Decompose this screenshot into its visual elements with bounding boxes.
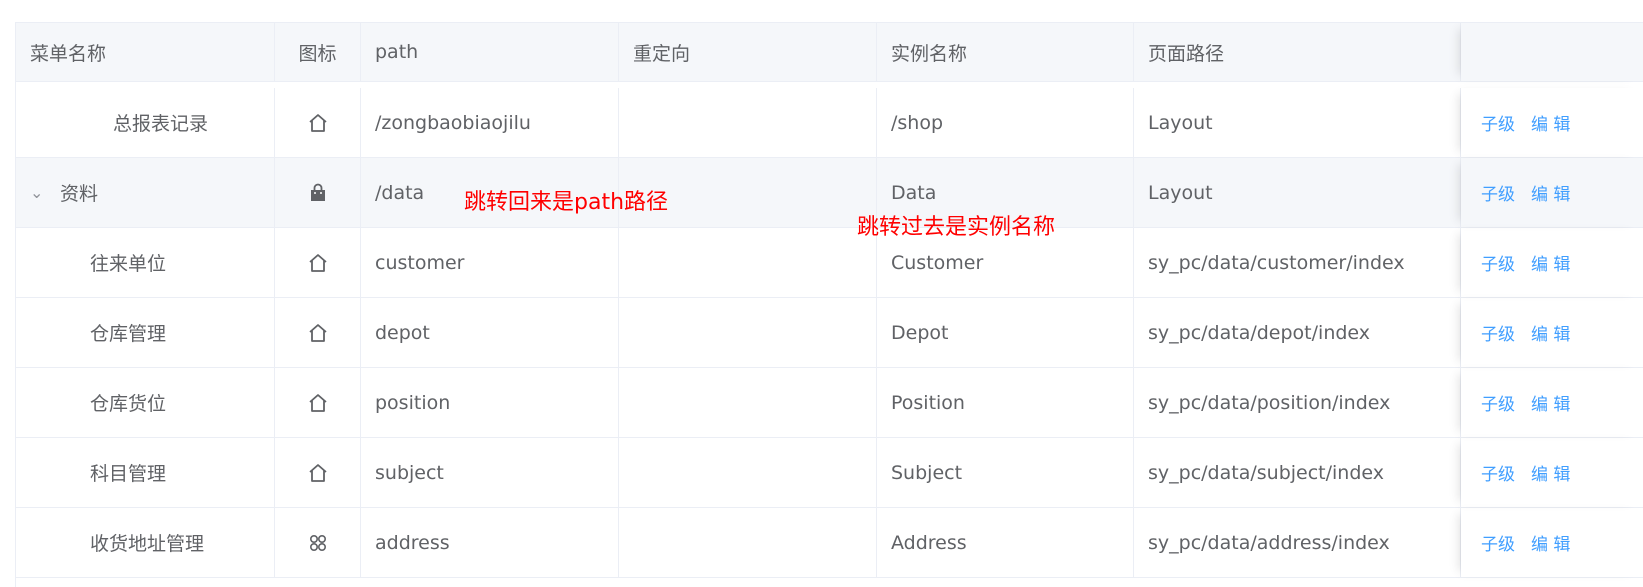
menu-name-text: 资料 bbox=[60, 183, 99, 205]
table-row[interactable]: 往来单位 customer Customer sy_pc/data/customer/… bbox=[16, 228, 1643, 298]
header-icon: 图标 bbox=[275, 23, 361, 81]
table-header: 菜单名称 图标 path 重定向 实例名称 页面路径 bbox=[16, 23, 1643, 82]
cell-page-path: sy_pc/data/address/index bbox=[1134, 508, 1461, 577]
header-redirect: 重定向 bbox=[619, 23, 877, 81]
cell-redirect bbox=[619, 508, 877, 577]
cell-operations: 子级编 辑 bbox=[1461, 158, 1643, 227]
table-row[interactable]: ⌄ 资料/data Data Layout 子级编 辑 bbox=[16, 158, 1643, 228]
cell-page-path: Layout bbox=[1134, 158, 1461, 227]
menu-name-text: 往来单位 bbox=[90, 253, 167, 275]
edit-button[interactable]: 编 辑 bbox=[1531, 320, 1570, 345]
cell-operations: 子级编 辑 bbox=[1461, 438, 1643, 507]
cell-path: subject bbox=[361, 438, 619, 507]
cell-page-path: sy_pc/data/customer/index bbox=[1134, 228, 1461, 297]
cell-icon bbox=[275, 368, 361, 437]
table-row[interactable]: 收货地址管理 address Address sy_pc/data/address/i… bbox=[16, 508, 1643, 578]
cell-operations: 子级编 辑 bbox=[1461, 508, 1643, 577]
cell-menu-name: 仓库管理 bbox=[16, 298, 275, 367]
cell-component-name: Subject bbox=[877, 438, 1134, 507]
edit-button[interactable]: 编 辑 bbox=[1531, 460, 1570, 485]
cell-operations: 子级编 辑 bbox=[1461, 88, 1643, 157]
cell-path: /zongbaobiaojilu bbox=[361, 88, 619, 157]
grid-icon bbox=[307, 532, 329, 554]
cell-redirect bbox=[619, 368, 877, 437]
cell-icon bbox=[275, 158, 361, 227]
cell-path: depot bbox=[361, 298, 619, 367]
menu-name-text: 仓库货位 bbox=[90, 393, 167, 415]
edit-button[interactable]: 编 辑 bbox=[1531, 110, 1570, 135]
cell-page-path: sy_pc/data/depot/index bbox=[1134, 298, 1461, 367]
edit-button[interactable]: 编 辑 bbox=[1531, 390, 1570, 415]
header-path: path bbox=[361, 23, 619, 81]
cell-redirect bbox=[619, 228, 877, 297]
shopping-bag-icon bbox=[307, 182, 329, 204]
cell-page-path: Layout bbox=[1134, 88, 1461, 157]
cell-menu-name: ⌄ 资料 bbox=[16, 158, 275, 227]
cell-icon bbox=[275, 228, 361, 297]
add-child-button[interactable]: 子级 bbox=[1481, 390, 1515, 415]
cell-menu-name: 收货地址管理 bbox=[16, 508, 275, 577]
edit-button[interactable]: 编 辑 bbox=[1531, 250, 1570, 275]
cell-icon bbox=[275, 438, 361, 507]
add-child-button[interactable]: 子级 bbox=[1481, 250, 1515, 275]
cell-redirect bbox=[619, 298, 877, 367]
cell-operations: 子级编 辑 bbox=[1461, 228, 1643, 297]
menu-table: 菜单名称 图标 path 重定向 实例名称 页面路径 总报表记录/zongbao… bbox=[15, 22, 1643, 587]
add-child-button[interactable]: 子级 bbox=[1481, 460, 1515, 485]
add-child-button[interactable]: 子级 bbox=[1481, 320, 1515, 345]
cell-icon bbox=[275, 88, 361, 157]
add-child-button[interactable]: 子级 bbox=[1481, 180, 1515, 205]
header-page-path: 页面路径 bbox=[1134, 23, 1461, 81]
cell-icon bbox=[275, 298, 361, 367]
menu-name-text: 科目管理 bbox=[90, 463, 167, 485]
add-child-button[interactable]: 子级 bbox=[1481, 530, 1515, 555]
annotation-name-note: 跳转过去是实例名称 bbox=[857, 215, 1056, 240]
table-row[interactable]: 仓库管理 depot Depot sy_pc/data/depot/index 子级编 … bbox=[16, 298, 1643, 368]
menu-name-text: 仓库管理 bbox=[90, 323, 167, 345]
cell-menu-name: 科目管理 bbox=[16, 438, 275, 507]
cell-menu-name: 往来单位 bbox=[16, 228, 275, 297]
cell-operations: 子级编 辑 bbox=[1461, 298, 1643, 367]
header-component-name: 实例名称 bbox=[877, 23, 1134, 81]
add-child-button[interactable]: 子级 bbox=[1481, 110, 1515, 135]
cell-menu-name: 仓库货位 bbox=[16, 368, 275, 437]
home-icon bbox=[307, 322, 329, 344]
cell-redirect bbox=[619, 88, 877, 157]
cell-path: position bbox=[361, 368, 619, 437]
cell-path: customer bbox=[361, 228, 619, 297]
cell-menu-name: 总报表记录 bbox=[16, 88, 275, 157]
table-row[interactable]: 仓库货位 position Position sy_pc/data/position/… bbox=[16, 368, 1643, 438]
menu-name-text: 收货地址管理 bbox=[90, 533, 205, 555]
menu-name-text: 总报表记录 bbox=[113, 113, 209, 135]
home-icon bbox=[307, 462, 329, 484]
header-menu-name: 菜单名称 bbox=[16, 23, 275, 81]
cell-page-path: sy_pc/data/subject/index bbox=[1134, 438, 1461, 507]
cell-component-name: /shop bbox=[877, 88, 1134, 157]
chevron-down-icon[interactable]: ⌄ bbox=[30, 183, 50, 202]
annotation-path-note: 跳转回来是path路径 bbox=[464, 190, 669, 215]
home-icon bbox=[307, 252, 329, 274]
cell-component-name: Depot bbox=[877, 298, 1134, 367]
home-icon bbox=[307, 392, 329, 414]
cell-operations: 子级编 辑 bbox=[1461, 368, 1643, 437]
cell-icon bbox=[275, 508, 361, 577]
header-operations bbox=[1461, 23, 1643, 81]
cell-path: address bbox=[361, 508, 619, 577]
table-row[interactable]: 科目管理 subject Subject sy_pc/data/subject/ind… bbox=[16, 438, 1643, 508]
edit-button[interactable]: 编 辑 bbox=[1531, 180, 1570, 205]
cell-page-path: sy_pc/data/position/index bbox=[1134, 368, 1461, 437]
cell-component-name: Address bbox=[877, 508, 1134, 577]
table-row[interactable]: 总报表记录/zongbaobiaojilu/shop Layout 子级编 辑 bbox=[16, 88, 1643, 158]
edit-button[interactable]: 编 辑 bbox=[1531, 530, 1570, 555]
cell-redirect bbox=[619, 438, 877, 507]
cell-component-name: Position bbox=[877, 368, 1134, 437]
home-icon bbox=[307, 112, 329, 134]
